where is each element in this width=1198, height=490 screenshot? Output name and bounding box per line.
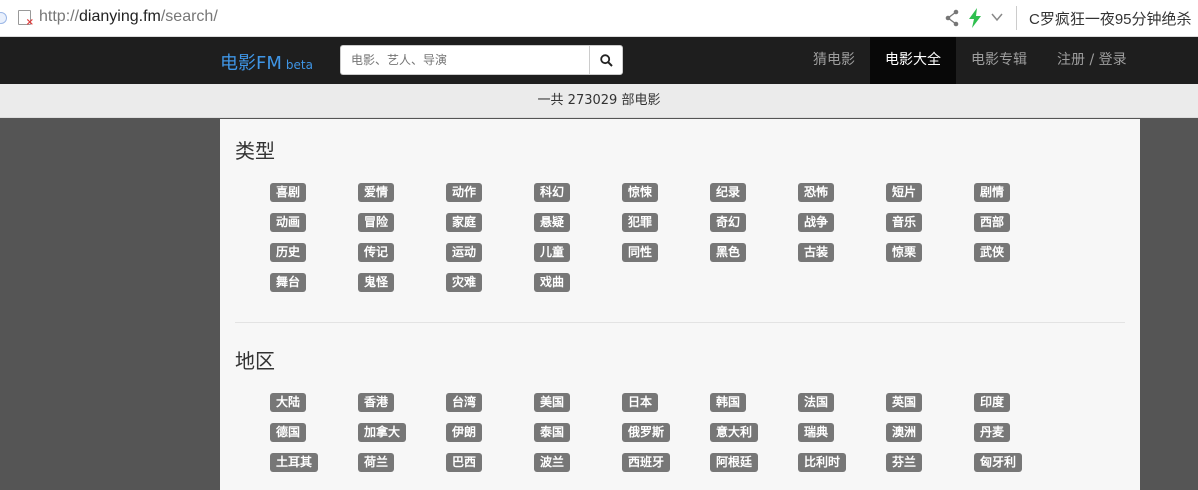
section-title-genre: 类型 (235, 139, 275, 163)
genre-tag[interactable]: 武侠 (974, 243, 1011, 262)
search-input[interactable] (340, 45, 590, 75)
genre-tag[interactable]: 灾难 (446, 273, 483, 292)
section-divider (235, 322, 1125, 323)
region-tag[interactable]: 芬兰 (886, 453, 923, 472)
genre-tag[interactable]: 爱情 (358, 183, 395, 202)
site-navbar: 电影FMbeta 猜电影 电影大全 电影专辑 注册 / 登录 (0, 37, 1198, 84)
nav-movie-albums[interactable]: 电影专辑 (956, 37, 1042, 84)
genre-tag[interactable]: 同性 (622, 243, 659, 262)
region-tag[interactable]: 香港 (358, 393, 395, 412)
search-button[interactable] (589, 45, 623, 75)
genre-tag[interactable]: 动作 (446, 183, 483, 202)
nav-all-movies[interactable]: 电影大全 (870, 37, 956, 84)
genre-tag[interactable]: 鬼怪 (358, 273, 395, 292)
region-tag[interactable]: 匈牙利 (974, 453, 1023, 472)
genre-tag[interactable]: 运动 (446, 243, 483, 262)
region-tag[interactable]: 澳洲 (886, 423, 923, 442)
region-tag[interactable]: 波兰 (534, 453, 571, 472)
region-tag[interactable]: 巴西 (446, 453, 483, 472)
section-title-region: 地区 (235, 349, 275, 373)
genre-tag[interactable]: 舞台 (270, 273, 307, 292)
genre-tag[interactable]: 音乐 (886, 213, 923, 232)
genre-tag[interactable]: 家庭 (446, 213, 483, 232)
region-tag[interactable]: 泰国 (534, 423, 571, 442)
region-tag[interactable]: 韩国 (710, 393, 747, 412)
genre-tag[interactable]: 喜剧 (270, 183, 307, 202)
url-domain: dianying.fm (79, 8, 161, 25)
url-path: /search/ (160, 8, 218, 25)
region-tag[interactable]: 大陆 (270, 393, 307, 412)
search-icon (600, 54, 613, 67)
url-scheme: http:// (39, 8, 80, 25)
genre-tag[interactable]: 戏曲 (534, 273, 571, 292)
region-tag[interactable]: 荷兰 (358, 453, 395, 472)
genre-tag[interactable]: 剧情 (974, 183, 1011, 202)
genre-tag[interactable]: 战争 (798, 213, 835, 232)
genre-tag[interactable]: 儿童 (534, 243, 571, 262)
chevron-down-icon[interactable] (990, 10, 1004, 24)
region-tag[interactable]: 比利时 (798, 453, 847, 472)
brand-beta: beta (285, 58, 313, 72)
genre-tag[interactable]: 西部 (974, 213, 1011, 232)
genre-tag[interactable]: 恐怖 (798, 183, 835, 202)
region-tag[interactable]: 法国 (798, 393, 835, 412)
url-field[interactable]: http://dianying.fm/search/ (39, 8, 218, 26)
genre-tag[interactable]: 纪录 (710, 183, 747, 202)
genre-tag[interactable]: 科幻 (534, 183, 571, 202)
genre-tag[interactable]: 犯罪 (622, 213, 659, 232)
movie-count: 一共 273029 部电影 (0, 84, 1198, 118)
genre-tag[interactable]: 奇幻 (710, 213, 747, 232)
news-ticker-title[interactable]: C罗疯狂一夜95分钟绝杀 (1029, 8, 1192, 29)
nav-guess-movie[interactable]: 猜电影 (798, 37, 870, 84)
share-icon[interactable] (944, 9, 960, 27)
region-tag[interactable]: 瑞典 (798, 423, 835, 442)
genre-tag[interactable]: 短片 (886, 183, 923, 202)
lightning-icon[interactable] (968, 8, 982, 28)
region-tag[interactable]: 意大利 (710, 423, 759, 442)
genre-tag[interactable]: 古装 (798, 243, 835, 262)
region-tag[interactable]: 伊朗 (446, 423, 483, 442)
region-tag[interactable]: 英国 (886, 393, 923, 412)
genre-tag[interactable]: 悬疑 (534, 213, 571, 232)
genre-tag[interactable]: 黑色 (710, 243, 747, 262)
region-tag[interactable]: 加拿大 (358, 423, 407, 442)
region-tag[interactable]: 丹麦 (974, 423, 1011, 442)
region-tag[interactable]: 美国 (534, 393, 571, 412)
region-tag[interactable]: 俄罗斯 (622, 423, 671, 442)
region-tag[interactable]: 印度 (974, 393, 1011, 412)
genre-tag[interactable]: 动画 (270, 213, 307, 232)
region-tag[interactable]: 日本 (622, 393, 659, 412)
region-tag[interactable]: 台湾 (446, 393, 483, 412)
tab-dot-icon (0, 12, 7, 24)
site-logo[interactable]: 电影FM beta (220, 49, 313, 75)
genre-tag[interactable]: 历史 (270, 243, 307, 262)
filter-panel: 类型 喜剧 爱情 动作 科幻 惊悚 纪录 恐怖 短片 剧情动画 冒险 家庭 悬疑 犯罪 奇幻 战争 音乐 西部历… (220, 119, 1140, 490)
region-tag[interactable]: 德国 (270, 423, 307, 442)
region-tag[interactable]: 西班牙 (622, 453, 671, 472)
brand-name: 电影FM (220, 53, 282, 74)
browser-address-bar: × http://dianying.fm/search/ C罗疯狂一夜95分钟绝… (0, 0, 1198, 37)
toolbar-separator (1016, 6, 1017, 30)
nav-register-login[interactable]: 注册 / 登录 (1042, 37, 1142, 84)
genre-tag[interactable]: 惊栗 (886, 243, 923, 262)
genre-tag[interactable]: 冒险 (358, 213, 395, 232)
genre-tag[interactable]: 传记 (358, 243, 395, 262)
region-tag[interactable]: 阿根廷 (710, 453, 759, 472)
insecure-page-icon[interactable]: × (18, 10, 34, 28)
genre-tag[interactable]: 惊悚 (622, 183, 659, 202)
region-tag[interactable]: 土耳其 (270, 453, 319, 472)
